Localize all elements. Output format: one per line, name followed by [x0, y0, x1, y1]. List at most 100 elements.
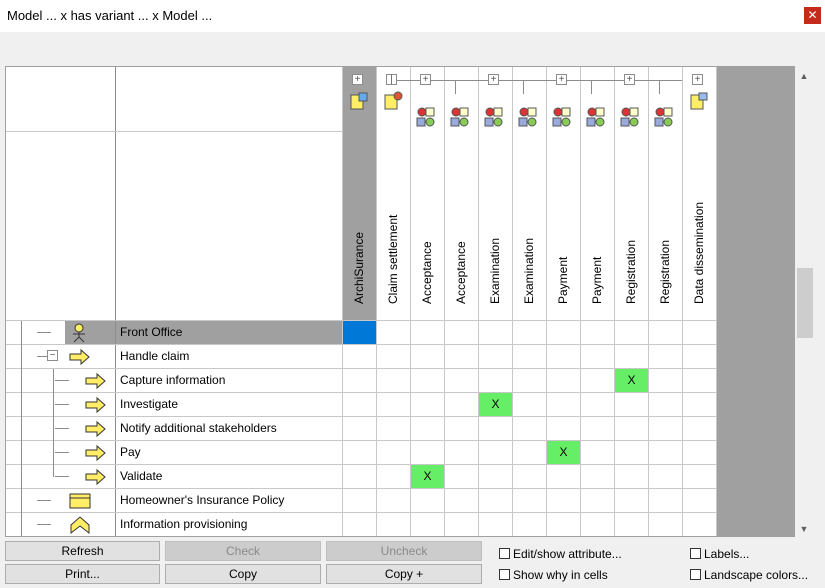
uncheck-button[interactable]: Uncheck: [326, 541, 482, 561]
selected-row-highlight: [65, 321, 342, 344]
column-gridline: [376, 67, 377, 536]
row-gridline: [6, 512, 717, 513]
window-title: Model ... x has variant ... x Model ...: [7, 8, 213, 23]
landscape-colors-label: Landscape colors...: [704, 568, 809, 582]
copy-plus-button[interactable]: Copy +: [326, 564, 482, 584]
row-tree-branch: [55, 404, 69, 405]
relation-mark-cell[interactable]: X: [479, 393, 512, 416]
column-gridline: [342, 67, 343, 536]
column-label: Acceptance: [454, 241, 468, 304]
row-tree-line: [21, 489, 22, 513]
relation-mark-cell[interactable]: X: [411, 465, 444, 488]
process-object-icon: [586, 107, 605, 127]
row-label: Pay: [120, 445, 141, 459]
labels-checkbox[interactable]: [690, 548, 701, 559]
scroll-thumb[interactable]: [797, 268, 813, 338]
row-gridline: [6, 464, 717, 465]
process-object-icon: [518, 107, 537, 127]
print-button[interactable]: Print...: [5, 564, 160, 584]
row-tree-branch: [55, 428, 69, 429]
column-label: Acceptance: [420, 241, 434, 304]
column-expander-icon[interactable]: +: [420, 74, 431, 85]
column-tree-branch: [591, 80, 592, 94]
edit-show-attribute-checkbox[interactable]: [499, 548, 510, 559]
row-tree-line: [53, 441, 54, 465]
column-gridline: [512, 67, 513, 536]
row-gridline: [6, 392, 717, 393]
column-expander-icon[interactable]: +: [488, 74, 499, 85]
column-label: Payment: [590, 256, 604, 304]
row-tree-line: [53, 393, 54, 417]
contract-icon: [69, 493, 91, 509]
column-expander-icon[interactable]: |: [386, 74, 397, 85]
relation-mark-cell[interactable]: X: [615, 369, 648, 392]
column-gridline: [444, 67, 445, 536]
relation-mark-cell[interactable]: X: [547, 441, 580, 464]
process-object-icon: [620, 107, 639, 127]
row-label: Information provisioning: [120, 517, 248, 531]
row-label: Validate: [120, 469, 163, 483]
row-expander-icon[interactable]: −: [47, 350, 58, 361]
column-expander-icon[interactable]: +: [556, 74, 567, 85]
column-expander-icon[interactable]: +: [692, 74, 703, 85]
row-gridline: [6, 440, 717, 441]
column-gridline: [648, 67, 649, 536]
data-object-icon: [690, 92, 708, 110]
check-button[interactable]: Check: [165, 541, 321, 561]
row-gridline: [6, 488, 717, 489]
row-tree-branch: [37, 332, 51, 333]
column-tree-branch: [455, 80, 456, 94]
column-label: Examination: [488, 237, 502, 304]
column-label: Registration: [658, 239, 672, 304]
labels-label: Labels...: [704, 547, 750, 561]
column-expander-icon[interactable]: +: [352, 74, 363, 85]
column-label: Data dissemination: [692, 201, 706, 304]
business-role-icon: [73, 323, 85, 343]
row-tree-line: [53, 465, 54, 477]
row-tree-line: [21, 369, 22, 393]
matrix-empty-area: [717, 67, 794, 536]
process-arrow-icon: [85, 468, 106, 486]
row-tree-line: [21, 393, 22, 417]
row-label: Notify additional stakeholders: [120, 421, 277, 435]
row-tree-branch: [37, 500, 51, 501]
process-object-icon: [654, 107, 673, 127]
column-expander-icon[interactable]: +: [624, 74, 635, 85]
close-button[interactable]: ✕: [804, 7, 821, 24]
process-arrow-icon: [85, 372, 106, 390]
row-tree-branch: [55, 380, 69, 381]
column-label: Payment: [556, 256, 570, 304]
process-object-icon: [484, 107, 503, 127]
column-gridline: [478, 67, 479, 536]
column-tree-branch: [523, 80, 524, 94]
process-object-icon: [552, 107, 571, 127]
landscape-colors-checkbox[interactable]: [690, 569, 701, 580]
row-tree-line: [21, 441, 22, 465]
process-arrow-icon: [85, 420, 106, 438]
copy-button[interactable]: Copy: [165, 564, 321, 584]
selected-cell[interactable]: [343, 321, 376, 344]
title-bar: Model ... x has variant ... x Model ... …: [0, 0, 825, 32]
row-gridline: [6, 536, 717, 537]
show-why-label: Show why in cells: [513, 568, 608, 582]
process-arrow-icon: [85, 396, 106, 414]
column-tree-branch: [659, 80, 660, 94]
scroll-down-arrow[interactable]: ▼: [798, 523, 810, 535]
row-tree-branch: [55, 452, 69, 453]
column-gridline: [682, 67, 683, 536]
relation-matrix: + ArchiSurance | Claim settlement + Acceptanc…: [5, 66, 795, 537]
row-label-divider: [115, 67, 116, 536]
business-service-icon: [384, 91, 403, 110]
row-label: Handle claim: [120, 349, 190, 363]
scroll-up-arrow[interactable]: ▲: [798, 70, 810, 82]
row-label: Investigate: [120, 397, 179, 411]
show-why-checkbox[interactable]: [499, 569, 510, 580]
edit-show-attribute-label: Edit/show attribute...: [513, 547, 622, 561]
row-tree-line: [53, 417, 54, 441]
function-chevron-icon: [70, 516, 90, 535]
header-row-divider: [6, 131, 342, 132]
refresh-button[interactable]: Refresh: [5, 541, 160, 561]
row-tree-branch: [37, 524, 51, 525]
process-object-icon: [450, 107, 469, 127]
column-gridline: [614, 67, 615, 536]
